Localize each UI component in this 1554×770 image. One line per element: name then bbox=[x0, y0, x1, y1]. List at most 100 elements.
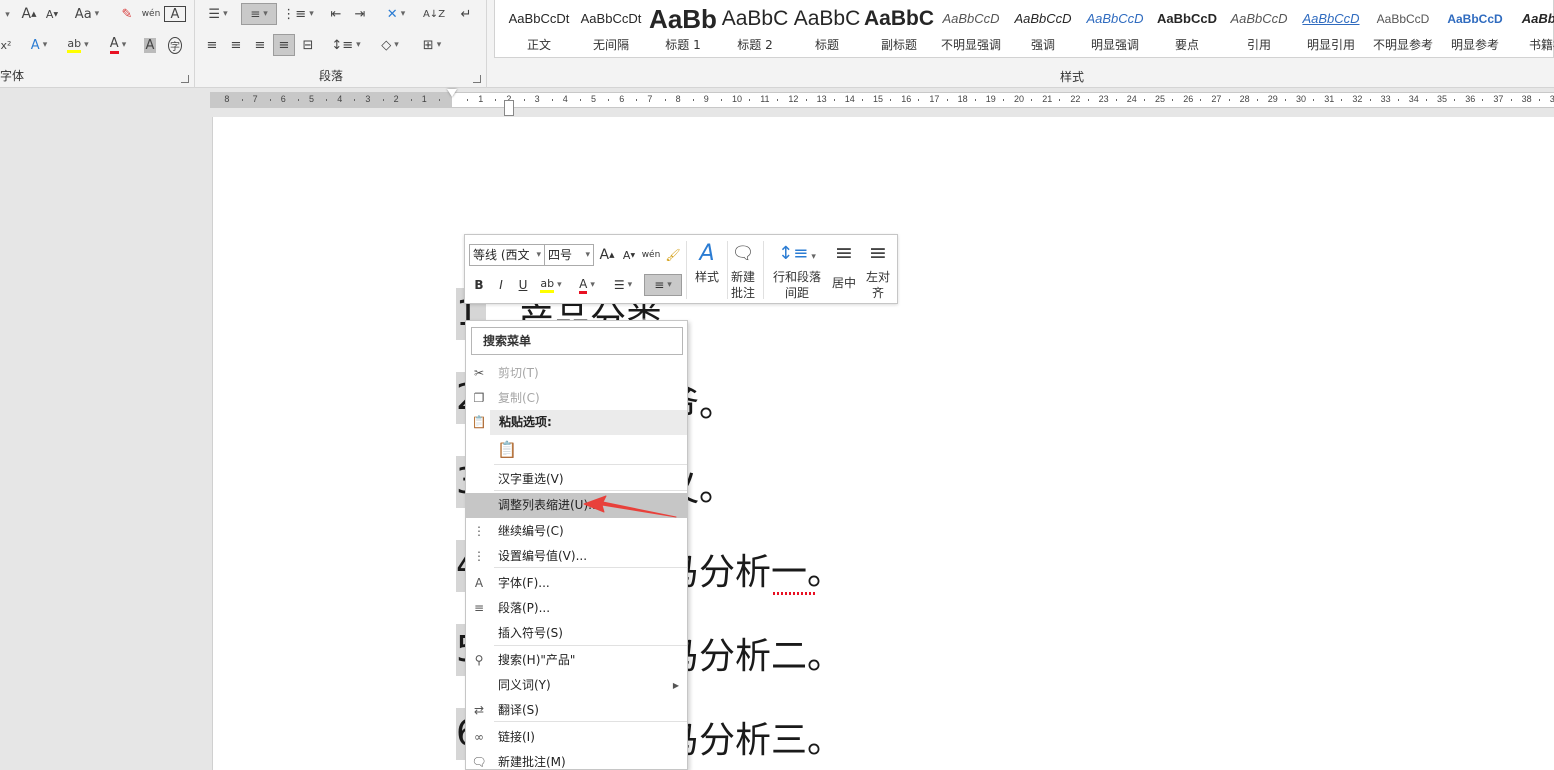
mini-bullets-button[interactable]: ☰ ▾ bbox=[606, 274, 640, 296]
mini-bold-button[interactable]: B bbox=[468, 274, 490, 296]
list-item-text[interactable]: 马分析三。 bbox=[663, 711, 843, 763]
char-border-button[interactable]: A bbox=[164, 6, 186, 22]
context-menu-item[interactable]: ∞ 链接(I) bbox=[466, 725, 687, 750]
decrease-indent-icon[interactable]: ⇤ bbox=[325, 3, 347, 25]
phonetic-guide-button[interactable]: wén bbox=[140, 3, 162, 25]
style-item[interactable]: AaBbCc 书籍标 bbox=[1511, 2, 1554, 54]
style-item[interactable]: AaBbCcD 不明显参考 bbox=[1367, 2, 1439, 54]
document-page[interactable]: 1产品分类2爷。3乂。4马分析一。5马分析二。6马分析三。 bbox=[212, 117, 1554, 770]
style-item[interactable]: AaBbCcD 要点 bbox=[1151, 2, 1223, 54]
ruler-tick bbox=[326, 99, 328, 101]
chinese-layout-icon[interactable]: ✕ ▾ bbox=[379, 3, 413, 25]
mini-underline-button[interactable]: U bbox=[512, 274, 534, 296]
style-item[interactable]: AaBb 标题 1 bbox=[647, 2, 719, 54]
borders-icon[interactable]: ⊞ ▾ bbox=[415, 34, 449, 56]
paste-keep-text-only-icon[interactable]: 📋 bbox=[496, 438, 518, 462]
line-spacing-icon[interactable]: ↕≡ ▾ bbox=[329, 34, 363, 56]
context-menu-item[interactable]: ❐ 复制(C) bbox=[466, 386, 687, 411]
clear-format-button[interactable]: ✎ bbox=[116, 3, 138, 25]
list-item-text[interactable]: 马分析二。 bbox=[663, 627, 843, 679]
paragraph-dialog-launcher[interactable] bbox=[473, 75, 481, 83]
highlight-color-button[interactable]: ab ▾ bbox=[60, 34, 96, 56]
mini-phonetic-guide-button[interactable]: wén bbox=[640, 244, 662, 266]
align-right-icon[interactable]: ≡ bbox=[249, 34, 271, 56]
context-menu-item[interactable]: 汉字重选(V) bbox=[466, 467, 687, 492]
shading-icon[interactable]: ◇ ▾ bbox=[373, 34, 407, 56]
char-shading-button[interactable]: A bbox=[140, 34, 160, 56]
style-item[interactable]: AaBbCcD 明显参考 bbox=[1439, 2, 1511, 54]
distributed-icon[interactable]: ⊟ bbox=[297, 34, 319, 56]
hanging-indent-marker[interactable] bbox=[504, 100, 514, 116]
context-menu-item[interactable]: A 字体(F)... bbox=[466, 571, 687, 596]
font-color-button[interactable]: A ▾ bbox=[100, 34, 136, 56]
style-item[interactable]: AaBbCcD 明显引用 bbox=[1295, 2, 1367, 54]
numbering-icon[interactable]: ≡ ▾ bbox=[241, 3, 277, 25]
mini-styles-button[interactable]: A 样式 bbox=[689, 239, 725, 285]
ruler-number: 7 bbox=[252, 94, 258, 104]
shrink-font-button[interactable]: A ▼ bbox=[42, 3, 62, 25]
change-case-button[interactable]: Aa ▾ bbox=[70, 3, 104, 25]
multilevel-list-icon[interactable]: ⋮≡ ▾ bbox=[281, 3, 315, 25]
context-menu-item[interactable]: ⋮ 继续编号(C) bbox=[466, 519, 687, 544]
mini-font-size-dropdown[interactable]: 四号 ▾ bbox=[544, 244, 594, 266]
search-menu-input[interactable]: 搜索菜单 bbox=[471, 327, 683, 355]
context-menu-item[interactable]: ✂ 剪切(T) bbox=[466, 361, 687, 386]
context-menu-item-label: 设置编号值(V)... bbox=[498, 549, 588, 563]
style-item[interactable]: AaBbC 标题 2 bbox=[719, 2, 791, 54]
mini-numbering-button[interactable]: ≡ ▾ bbox=[644, 274, 682, 296]
align-left-icon[interactable]: ≡ bbox=[201, 34, 223, 56]
bullets-icon[interactable]: ☰ ▾ bbox=[201, 3, 235, 25]
style-name: 明显参考 bbox=[1450, 38, 1499, 52]
font-dialog-launcher[interactable] bbox=[181, 75, 189, 83]
annotation-arrow bbox=[583, 495, 677, 518]
new-comment-icon: 🗨 bbox=[731, 243, 755, 264]
mini-format-painter-icon[interactable]: 🖌 bbox=[662, 244, 684, 266]
font-size-dropdown[interactable]: ▾ bbox=[0, 4, 12, 26]
enclose-char-button[interactable]: 字 bbox=[164, 34, 186, 56]
style-item[interactable]: AaBbC 副标题 bbox=[863, 2, 935, 54]
mini-shrink-font-button[interactable]: A ▼ bbox=[618, 244, 640, 266]
horizontal-ruler[interactable]: 8 7 6 5 4 3 2 1 1 2 3 4 5 6 7 8 9 10 11 12 13 14 15 16 17 18 19 20 2… bbox=[210, 92, 1554, 108]
mini-highlight-button[interactable]: ab ▾ bbox=[534, 274, 568, 296]
style-item[interactable]: AaBbCcD 明显强调 bbox=[1079, 2, 1151, 54]
style-item[interactable]: AaBbCcDt 正文 bbox=[503, 2, 575, 54]
context-menu-item[interactable]: ⇄ 翻译(S) bbox=[466, 698, 687, 723]
text-effects-button[interactable]: A ▾ bbox=[24, 34, 54, 56]
context-menu-item[interactable]: ≡ 段落(P)... bbox=[466, 596, 687, 621]
ruler-tick bbox=[664, 99, 666, 101]
ruler-number: 35 bbox=[1437, 94, 1448, 104]
style-item[interactable]: AaBbCcD 引用 bbox=[1223, 2, 1295, 54]
superscript-button[interactable]: x² bbox=[0, 34, 12, 56]
ruler-number: 2 bbox=[393, 94, 399, 104]
mini-line-spacing-button[interactable]: ↕≡ ▾ 行和段落 间距 bbox=[768, 239, 826, 301]
mini-italic-button[interactable]: I bbox=[490, 274, 512, 296]
context-menu-item[interactable]: 插入符号(S) bbox=[466, 621, 687, 646]
style-sample: AaBbCc bbox=[1521, 11, 1554, 26]
style-item[interactable]: AaBbC 标题 bbox=[791, 2, 863, 54]
increase-indent-icon[interactable]: ⇥ bbox=[349, 3, 371, 25]
grow-font-button[interactable]: A ▲ bbox=[18, 3, 40, 25]
style-sample: AaBbCcD bbox=[1376, 12, 1430, 26]
context-menu-item[interactable]: ⚲ 搜索(H)"产品" bbox=[466, 648, 687, 673]
mini-new-comment-button[interactable]: 🗨 新建 批注 bbox=[728, 239, 758, 301]
mini-font-name-dropdown[interactable]: 等线 (西文 ▾ bbox=[469, 244, 545, 266]
style-item[interactable]: AaBbCcD 不明显强调 bbox=[935, 2, 1007, 54]
style-item[interactable]: AaBbCcDt 无间隔 bbox=[575, 2, 647, 54]
mini-grow-font-button[interactable]: A ▲ bbox=[596, 244, 618, 266]
ruler-number: 33 bbox=[1380, 94, 1391, 104]
style-name: 强调 bbox=[1030, 38, 1055, 52]
context-menu-item[interactable]: ⋮ 设置编号值(V)... bbox=[466, 544, 687, 569]
sort-icon[interactable]: A↓Z bbox=[423, 3, 445, 25]
align-center-icon[interactable]: ≡ bbox=[225, 34, 247, 56]
mini-font-color-button[interactable]: A ▾ bbox=[570, 274, 604, 296]
justify-icon[interactable]: ≡ bbox=[273, 34, 295, 56]
style-item[interactable]: AaBbCcD 强调 bbox=[1007, 2, 1079, 54]
submenu-arrow-icon: ▶ bbox=[672, 681, 679, 690]
mini-center-button[interactable]: ≡ 居中 bbox=[827, 239, 861, 291]
mini-align-left-button[interactable]: ≡ 左对 齐 bbox=[861, 239, 895, 301]
show-marks-icon[interactable]: ↵ bbox=[455, 3, 477, 25]
first-line-indent-marker[interactable] bbox=[447, 89, 457, 97]
context-menu-item[interactable]: 🗨 新建批注(M) bbox=[466, 750, 687, 769]
context-menu-item[interactable]: 同义词(Y) ▶ bbox=[466, 673, 687, 698]
list-item-text[interactable]: 马分析一。 bbox=[663, 543, 843, 595]
